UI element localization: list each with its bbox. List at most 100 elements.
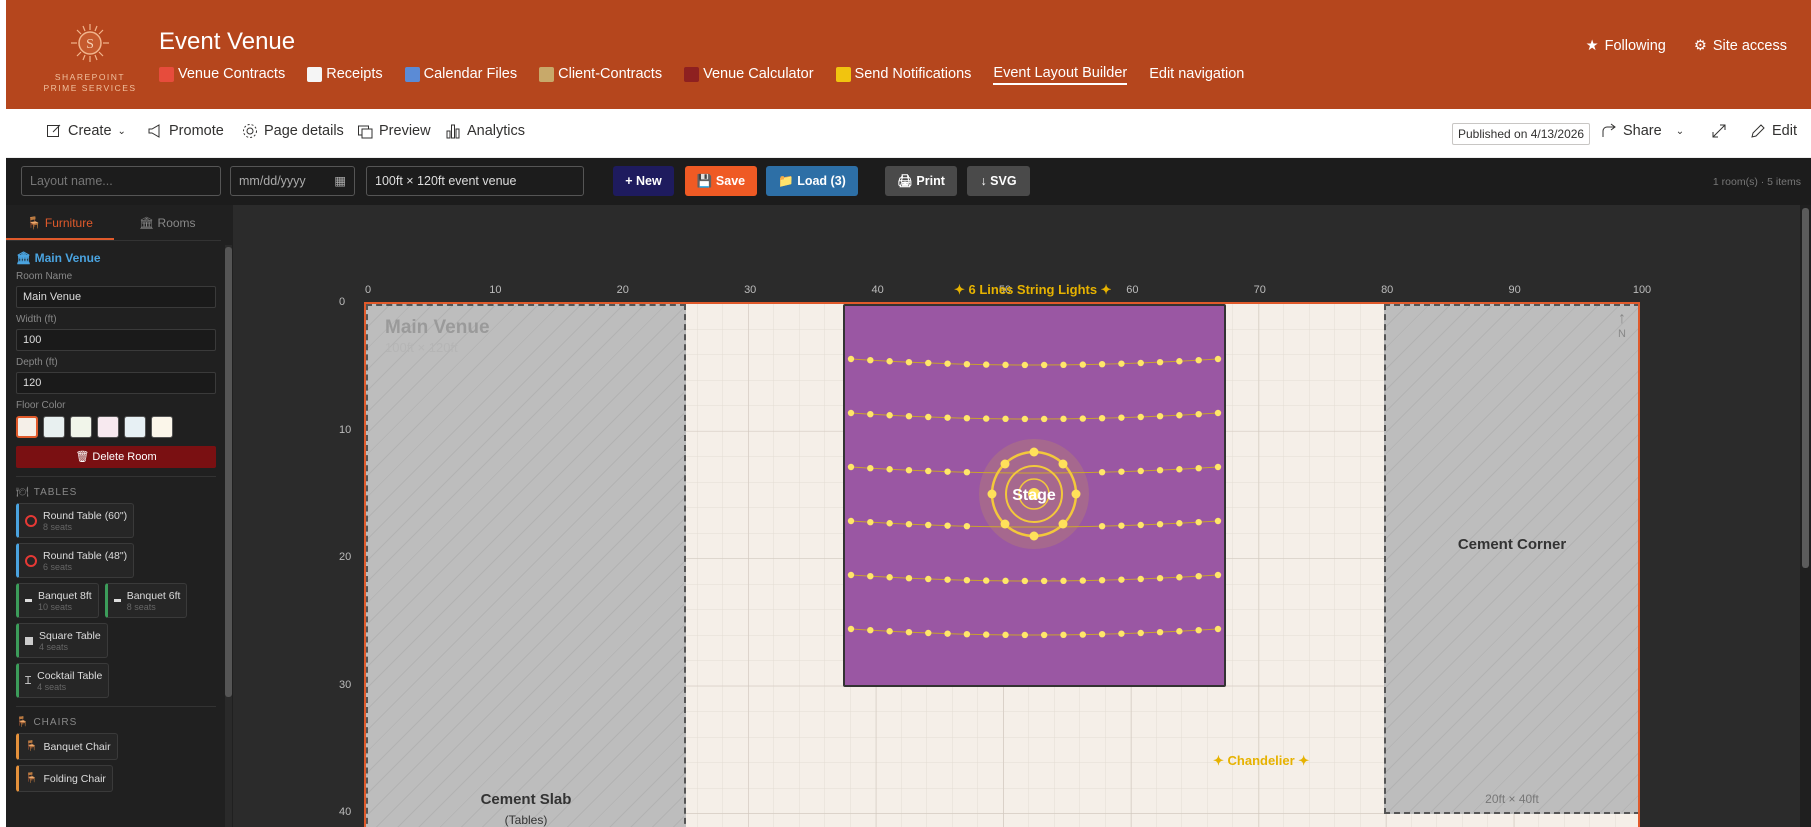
chair-name: Folding Chair bbox=[43, 772, 106, 785]
tab-rooms[interactable]: 🏛 Rooms bbox=[114, 205, 222, 240]
site-logo[interactable]: S SHAREPOINT PRIME SERVICES bbox=[34, 20, 146, 93]
banquet-table-icon bbox=[25, 599, 32, 602]
room-title: Main Venue bbox=[385, 317, 490, 338]
expand-button[interactable] bbox=[1711, 123, 1727, 139]
nav-item-venue-calculator[interactable]: Venue Calculator bbox=[684, 63, 814, 85]
chevron-down-icon: ⌄ bbox=[117, 125, 126, 137]
tab-furniture[interactable]: 🪑 Furniture bbox=[6, 205, 114, 240]
logo-text-line1: SHAREPOINT bbox=[54, 72, 126, 82]
depth-label: Depth (ft) bbox=[16, 357, 58, 368]
floor-color-swatch[interactable] bbox=[151, 416, 173, 438]
nav-item-label: Client-Contracts bbox=[558, 66, 663, 82]
share-label: Share bbox=[1623, 123, 1662, 139]
ruler-y-label: 40 bbox=[339, 806, 352, 818]
chair-item[interactable]: 🪑 Banquet Chair bbox=[16, 733, 118, 760]
delete-room-button[interactable]: 🗑 Delete Room bbox=[16, 446, 216, 468]
floor-color-swatches bbox=[16, 416, 216, 438]
nav-item-venue-contracts[interactable]: Venue Contracts bbox=[159, 63, 285, 85]
expand-icon bbox=[1712, 124, 1726, 138]
people-settings-icon: ⚙ bbox=[1693, 38, 1707, 54]
logo-text-line2: PRIME SERVICES bbox=[43, 83, 137, 93]
layout-canvas[interactable]: 0 10 20 30 40 50 60 70 80 90 100 0 10 20 30 40 ✦ 6 Line… bbox=[233, 205, 1811, 827]
layout-name-input[interactable] bbox=[21, 166, 221, 196]
layout-status: 1 room(s) · 5 items bbox=[1712, 176, 1801, 188]
floor-color-swatch[interactable] bbox=[97, 416, 119, 438]
furniture-item[interactable]: Ɪ Cocktail Table 4 seats bbox=[16, 663, 110, 698]
furniture-item[interactable]: Round Table (48") 6 seats bbox=[16, 543, 135, 578]
ruler-y-label: 30 bbox=[339, 678, 352, 691]
furniture-seats: 8 seats bbox=[43, 521, 73, 532]
width-field[interactable]: 100 bbox=[16, 329, 216, 351]
export-svg-button[interactable]: ↓ SVG bbox=[967, 166, 1030, 196]
nav-item-label: Venue Calculator bbox=[703, 66, 814, 82]
site-title[interactable]: Event Venue bbox=[159, 28, 295, 56]
analytics-button[interactable]: Analytics bbox=[445, 123, 525, 139]
depth-field[interactable]: 120 bbox=[16, 372, 216, 394]
sun-logo-icon: S bbox=[71, 24, 109, 62]
room-floor[interactable]: Main Venue 100ft × 120ft Cement Slab (Ta… bbox=[364, 302, 1640, 827]
ruler-x-label: 70 bbox=[1253, 284, 1266, 296]
furniture-item[interactable]: Banquet 8ft 10 seats bbox=[16, 583, 99, 618]
preview-button[interactable]: Preview bbox=[357, 123, 431, 139]
chair-icon: 🪑 bbox=[25, 741, 38, 752]
sidebar-scroll-thumb[interactable] bbox=[225, 247, 232, 697]
page-details-label: Page details bbox=[264, 123, 344, 139]
furniture-item[interactable]: Round Table (60") 8 seats bbox=[16, 503, 135, 538]
preview-label: Preview bbox=[379, 123, 431, 139]
share-button[interactable]: Share ⌄ bbox=[1601, 123, 1684, 139]
nav-item-event-layout-builder[interactable]: Event Layout Builder bbox=[993, 63, 1128, 85]
date-input[interactable]: mm/dd/yyyy ▦ bbox=[230, 166, 355, 196]
nav-item-edit-navigation[interactable]: Edit navigation bbox=[1149, 63, 1244, 85]
room-panel-title: 🏛 Main Venue bbox=[16, 251, 101, 265]
cement-slab-sublabel: (Tables) bbox=[504, 813, 548, 827]
furniture-name: Banquet 8ft bbox=[38, 589, 92, 602]
floor-color-swatch[interactable] bbox=[16, 416, 38, 438]
date-placeholder: mm/dd/yyyy bbox=[239, 174, 306, 188]
load-button[interactable]: 📁 Load (3) bbox=[766, 166, 858, 196]
layout-toolbar: mm/dd/yyyy ▦ 100ft × 120ft event venue +… bbox=[6, 158, 1811, 205]
edit-button[interactable]: Edit bbox=[1750, 123, 1797, 139]
furniture-item[interactable]: Banquet 6ft 8 seats bbox=[104, 583, 188, 618]
furniture-item[interactable]: Square Table 4 seats bbox=[16, 623, 108, 658]
site-access-button[interactable]: ⚙ Site access bbox=[1694, 38, 1787, 54]
chandelier-label: ✦ Chandelier ✦ bbox=[1213, 753, 1310, 768]
furniture-name: Banquet 6ft bbox=[126, 589, 181, 602]
furniture-seats: 6 seats bbox=[43, 561, 73, 572]
cement-slab-zone[interactable]: Cement Slab (Tables) bbox=[366, 304, 686, 827]
furniture-name: Cocktail Table bbox=[37, 669, 103, 682]
site-header: S SHAREPOINT PRIME SERVICES Event Venue … bbox=[6, 0, 1811, 109]
nav-item-client-contracts[interactable]: Client-Contracts bbox=[539, 63, 662, 85]
ruler-x-label: 60 bbox=[1126, 284, 1139, 296]
nav-item-label: Calendar Files bbox=[423, 66, 518, 82]
nav-item-label: Edit navigation bbox=[1149, 66, 1245, 82]
nav-item-send-notifications[interactable]: Send Notifications bbox=[835, 63, 972, 85]
stage-zone[interactable] bbox=[843, 304, 1226, 687]
create-button[interactable]: Create ⌄ bbox=[46, 123, 126, 139]
floor-color-swatch[interactable] bbox=[43, 416, 65, 438]
room-name-field[interactable]: Main Venue bbox=[16, 286, 216, 308]
tables-list: Round Table (60") 8 seats Round Table (48"… bbox=[16, 498, 216, 698]
nav-item-label: Send Notifications bbox=[854, 66, 972, 82]
floor-color-swatch[interactable] bbox=[124, 416, 146, 438]
nav-item-calendar-files[interactable]: Calendar Files bbox=[404, 63, 518, 85]
new-layout-button[interactable]: + New bbox=[613, 166, 674, 196]
north-label: N bbox=[1618, 328, 1626, 340]
bar-chart-icon bbox=[446, 124, 460, 139]
cement-corner-zone[interactable]: Cement Corner 20ft × 40ft ↑ N bbox=[1384, 304, 1638, 814]
published-badge: Published on 4/13/2026 bbox=[1452, 123, 1591, 145]
canvas-scroll-thumb[interactable] bbox=[1802, 208, 1809, 568]
nav-item-receipts[interactable]: Receipts bbox=[307, 63, 383, 85]
sidebar-tabs: 🪑 Furniture 🏛 Rooms bbox=[6, 205, 221, 241]
promote-button[interactable]: Promote bbox=[147, 123, 224, 139]
following-button[interactable]: ★ Following bbox=[1586, 38, 1666, 54]
chevron-down-icon: ⌄ bbox=[1675, 125, 1685, 137]
print-button[interactable]: 🖨 Print bbox=[885, 166, 957, 196]
venue-description-input[interactable]: 100ft × 120ft event venue bbox=[366, 166, 584, 196]
ruler-x-label: 80 bbox=[1381, 284, 1394, 296]
save-button[interactable]: 💾 Save bbox=[685, 166, 757, 196]
floor-color-swatch[interactable] bbox=[70, 416, 92, 438]
room-name-label: Room Name bbox=[16, 271, 73, 282]
chair-item[interactable]: 🪑 Folding Chair bbox=[16, 765, 113, 792]
room-dimensions: 100ft × 120ft bbox=[385, 340, 458, 355]
page-details-button[interactable]: Page details bbox=[242, 123, 344, 139]
